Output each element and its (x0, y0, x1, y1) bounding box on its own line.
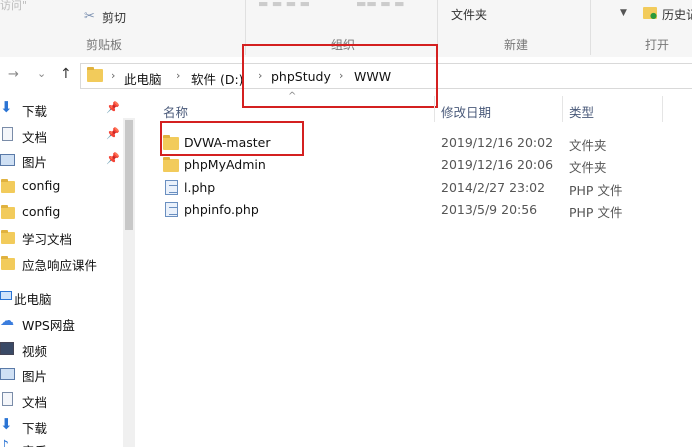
dvwa-highlight-box (160, 121, 304, 156)
ribbon-separator (590, 0, 591, 55)
pin-icon[interactable]: 📌 (106, 152, 120, 165)
sidebar-item-documents-2[interactable]: 文档 (0, 388, 122, 412)
ribbon-cut-text: 访问" (0, 0, 28, 12)
file-date: 2014/2/27 23:02 (441, 180, 546, 195)
document-icon (2, 127, 13, 141)
ribbon-cut-text-4: ▬▬ ▬ ▬ (356, 0, 405, 10)
sidebar-item-label: 图片 (22, 369, 48, 384)
download-icon: ⬇ (0, 98, 13, 116)
sidebar-item-label: 视频 (22, 344, 48, 359)
picture-icon (0, 154, 15, 166)
file-date: 2019/12/16 20:06 (441, 157, 554, 172)
sidebar-item-pictures[interactable]: 图片 📌 (0, 148, 122, 172)
file-type: 文件夹 (569, 160, 607, 175)
breadcrumb-separator-icon[interactable]: › (111, 69, 115, 82)
sort-ascending-icon: ^ (288, 91, 297, 102)
sidebar-item-label: config (22, 178, 61, 193)
sidebar-item-label: 下载 (22, 104, 48, 119)
sidebar-item-label: 音乐 (22, 441, 47, 447)
open-group-label: 打开 (645, 38, 670, 52)
column-header-type[interactable]: 类型 (569, 102, 594, 121)
music-icon: ♪ (0, 438, 9, 447)
sidebar-item-downloads[interactable]: ⬇ 下载 📌 (0, 97, 122, 121)
path-highlight-box (242, 44, 438, 108)
sidebar-item-config-2[interactable]: config (0, 200, 122, 224)
file-row[interactable]: phpMyAdmin 2019/12/16 20:06 文件夹 (163, 154, 692, 176)
file-date: 2019/12/16 20:02 (441, 135, 554, 150)
history-clock-icon: ● (650, 11, 657, 20)
pin-icon[interactable]: 📌 (106, 101, 120, 114)
breadcrumb-drive-d[interactable]: 软件 (D:) (191, 69, 244, 88)
sidebar-item-label: 文档 (22, 130, 48, 145)
picture-icon (0, 368, 15, 380)
new-group-label: 新建 (504, 38, 529, 52)
sidebar-item-label: 此电脑 (14, 292, 52, 307)
sidebar-item-label: 文档 (22, 395, 48, 410)
php-file-icon (165, 202, 178, 217)
sidebar-item-label: config (22, 204, 61, 219)
file-type: PHP 文件 (569, 205, 623, 220)
sidebar-item-label: 下载 (22, 421, 48, 436)
column-header-name[interactable]: 名称 (163, 102, 188, 121)
sidebar-item-documents[interactable]: 文档 📌 (0, 123, 122, 147)
folder-icon (163, 157, 179, 172)
folder-icon (1, 256, 15, 270)
sidebar-item-label: WPS网盘 (22, 318, 75, 333)
folder-icon (1, 230, 15, 244)
chevron-down-icon[interactable]: ▼ (620, 8, 627, 18)
php-file-icon (165, 180, 178, 195)
cut-button[interactable]: 剪切 (102, 9, 126, 26)
ribbon-cut-text-3: ▬ ▬ ▬ ▬ (258, 0, 311, 10)
back-arrow-icon[interactable]: → (8, 67, 19, 82)
folder-icon (87, 67, 103, 82)
document-icon (2, 392, 13, 406)
download-icon: ⬇ (0, 415, 13, 433)
breadcrumb-separator-icon[interactable]: › (176, 69, 180, 82)
sidebar-item-this-pc[interactable]: 此电脑 (0, 285, 122, 309)
file-row[interactable]: l.php 2014/2/27 23:02 PHP 文件 (163, 177, 692, 199)
history-button[interactable]: 历史记 (662, 6, 692, 23)
scissors-icon: ✂ (84, 9, 95, 24)
breadcrumb-this-pc[interactable]: 此电脑 (124, 69, 162, 88)
sidebar-item-pictures-2[interactable]: 图片 (0, 362, 122, 386)
clipboard-group-label: 剪贴板 (86, 38, 123, 52)
sidebar-item-emergency-courseware[interactable]: 应急响应课件 (0, 251, 122, 275)
file-row[interactable]: phpinfo.php 2013/5/9 20:56 PHP 文件 (163, 199, 692, 221)
sidebar-scroll-thumb[interactable] (125, 120, 133, 230)
video-icon (0, 342, 14, 355)
file-type: 文件夹 (569, 138, 607, 153)
folder-icon (1, 179, 15, 193)
chevron-down-icon[interactable]: ⌄ (37, 67, 46, 80)
new-folder-button[interactable]: 文件夹 (451, 6, 487, 23)
sidebar-item-label: 图片 (22, 155, 48, 170)
file-name: phpinfo.php (184, 202, 259, 217)
sidebar-item-music[interactable]: ♪ 音乐 (0, 437, 122, 447)
sidebar-item-label: 应急响应课件 (22, 258, 98, 273)
pin-icon[interactable]: 📌 (106, 127, 120, 140)
up-arrow-icon[interactable]: ↑ (60, 66, 72, 82)
file-date: 2013/5/9 20:56 (441, 202, 538, 217)
file-name: phpMyAdmin (184, 157, 266, 172)
sidebar-item-downloads-2[interactable]: ⬇ 下载 (0, 414, 122, 438)
computer-icon (0, 291, 12, 300)
sidebar-item-videos[interactable]: 视频 (0, 337, 122, 361)
sidebar-item-config[interactable]: config (0, 174, 122, 198)
sidebar-item-study-docs[interactable]: 学习文档 (0, 225, 122, 249)
column-divider[interactable] (662, 96, 663, 122)
sidebar-item-wps-cloud[interactable]: ☁ WPS网盘 (0, 311, 122, 335)
file-type: PHP 文件 (569, 183, 623, 198)
column-divider[interactable] (434, 96, 435, 122)
column-header-date[interactable]: 修改日期 (441, 102, 491, 121)
column-divider[interactable] (562, 96, 563, 122)
folder-icon (1, 205, 15, 219)
sidebar-item-label: 学习文档 (22, 232, 73, 247)
cloud-icon: ☁ (0, 313, 14, 329)
file-name: l.php (184, 180, 216, 195)
